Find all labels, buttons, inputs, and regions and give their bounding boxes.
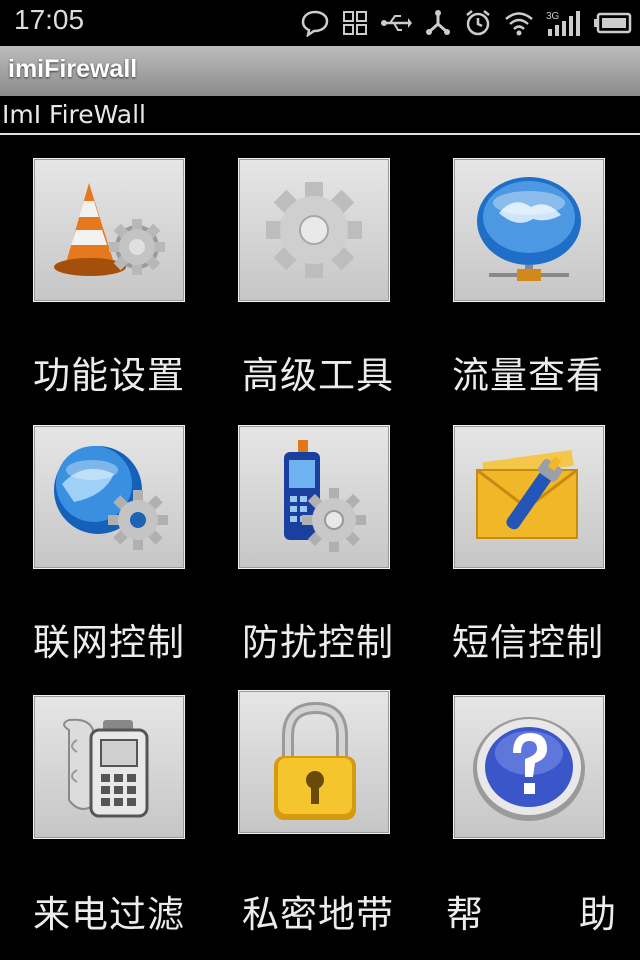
svg-text:3G: 3G [546,11,560,22]
menu-label-help-part2: 助 [579,893,616,936]
status-time: 17:05 [14,4,85,35]
menu-label-call-filter[interactable]: 来电过滤 [4,884,214,938]
app-subtitle: ImI FireWall [2,100,146,129]
menu-tile-anti-harassment[interactable] [238,425,390,569]
network-globe-icon [477,176,581,281]
menu-tile-advanced-tools[interactable] [238,158,390,302]
menu-tile-traffic-view[interactable] [453,158,605,302]
menu-label-traffic-view[interactable]: 流量查看 [423,345,633,399]
chat-bubble-icon [301,10,329,37]
usb-icon [381,15,412,31]
title-bar: imiFirewall [0,46,640,96]
gear-icon [266,182,362,278]
menu-tile-private-zone[interactable] [238,690,390,834]
menu-label-network-control[interactable]: 联网控制 [4,612,214,666]
menu-tile-settings[interactable] [33,158,185,302]
menu-label-sms-control[interactable]: 短信控制 [423,612,633,666]
envelope-wrench-icon [476,449,578,539]
menu-label-anti-harassment[interactable]: 防扰控制 [213,612,423,666]
globe-gear-icon [54,445,168,550]
padlock-icon [274,701,356,820]
signal-3g-icon: 3G [546,11,580,36]
status-icons: 3G [300,6,632,40]
wifi-icon [505,12,533,36]
menu-label-settings[interactable]: 功能设置 [4,345,214,399]
menu-tile-call-filter[interactable] [33,695,185,839]
menu-label-advanced-tools[interactable]: 高级工具 [213,345,423,399]
menu-tile-help[interactable] [453,695,605,839]
alarm-icon [466,10,490,36]
phone-gear-icon [284,439,366,552]
status-bar: 17:05 3G [0,0,640,46]
divider [0,133,640,135]
menu-tile-sms-control[interactable] [453,425,605,569]
grid-icon [343,11,367,35]
share-icon [426,10,450,35]
app-title: imiFirewall [8,55,138,83]
help-question-icon [473,717,585,821]
menu-label-help-part1: 帮 [446,893,483,936]
phone-scroll-icon [63,718,149,817]
battery-icon [594,12,632,34]
menu-tile-network-control[interactable] [33,425,185,569]
menu-label-private-zone[interactable]: 私密地带 [213,884,423,938]
traffic-cone-gear-icon [54,183,165,276]
menu-label-help[interactable]: 帮 助 [446,884,616,938]
